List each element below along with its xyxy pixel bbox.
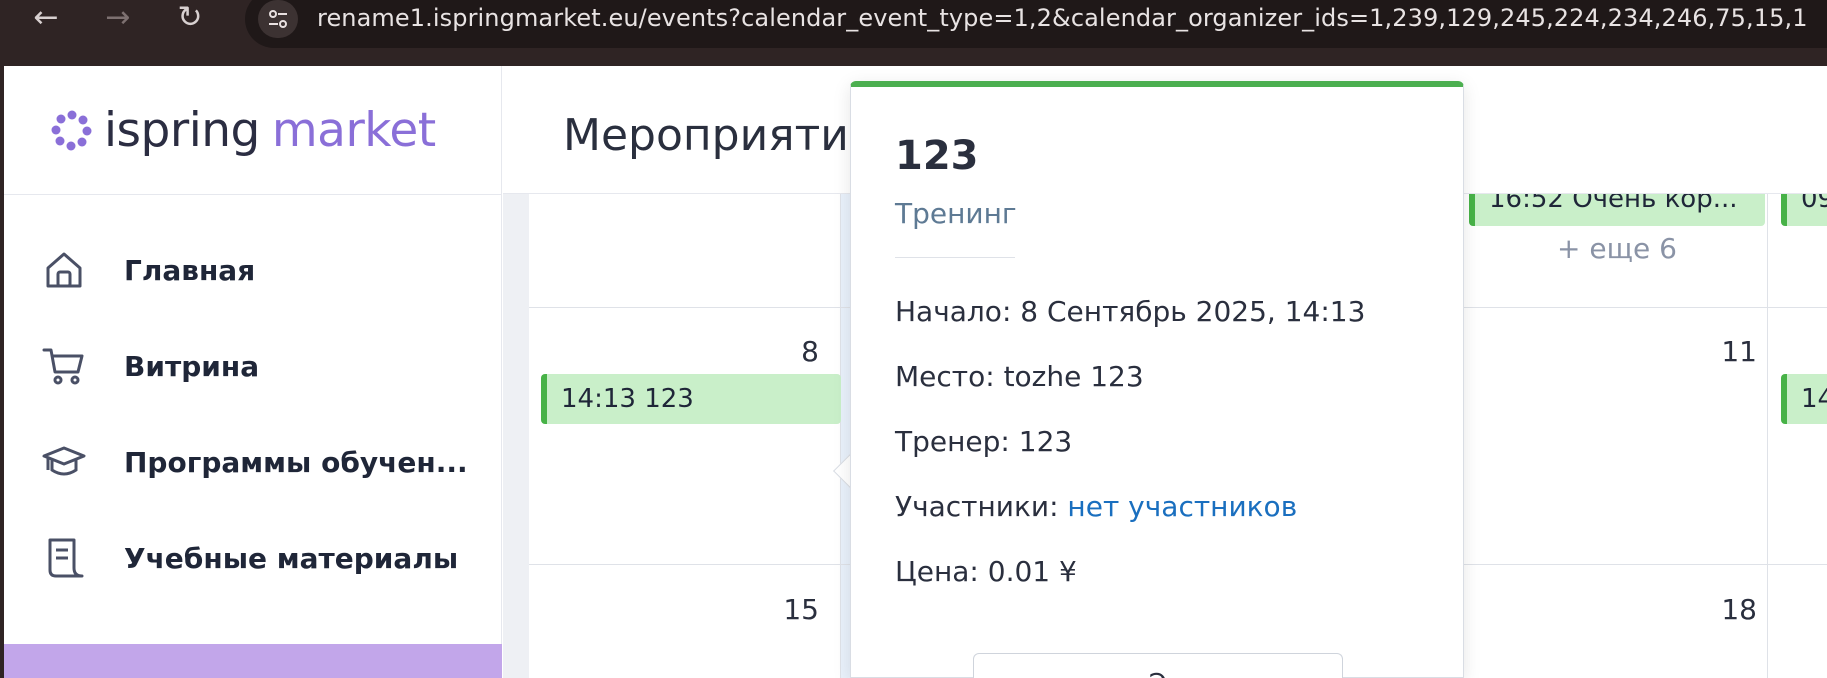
sidebar: ispring market Главная Витрина Программы… bbox=[4, 66, 502, 678]
day-number: 11 bbox=[1721, 335, 1757, 368]
place-value: tozhe 123 bbox=[1003, 360, 1144, 393]
sidebar-item-programs[interactable]: Программы обучен... bbox=[4, 414, 502, 510]
site-info-icon[interactable] bbox=[258, 0, 298, 38]
participants-link[interactable]: нет участников bbox=[1067, 490, 1297, 523]
sidebar-item-active[interactable] bbox=[4, 644, 502, 678]
day-divider bbox=[840, 194, 841, 678]
reload-icon[interactable]: ↻ bbox=[168, 0, 212, 38]
sidebar-item-label: Главная bbox=[124, 253, 256, 287]
home-icon bbox=[46, 252, 82, 288]
document-icon bbox=[48, 538, 84, 578]
sidebar-item-showcase[interactable]: Витрина bbox=[4, 318, 502, 414]
event-title: 123 bbox=[895, 133, 979, 179]
place-label: Место: bbox=[895, 360, 995, 393]
calendar-event[interactable]: 14:13 123 bbox=[541, 374, 841, 424]
forward-arrow-icon[interactable]: → bbox=[96, 0, 140, 38]
popover-action-button[interactable]: Э bbox=[973, 653, 1343, 678]
sidebar-item-label: Витрина bbox=[124, 349, 260, 383]
logo-mark-icon bbox=[51, 110, 92, 151]
day-divider bbox=[1767, 194, 1768, 678]
sidebar-item-home[interactable]: Главная bbox=[4, 222, 502, 318]
trainer-label: Тренер: bbox=[895, 425, 1010, 458]
event-place-row: Место: tozhe 123 bbox=[895, 360, 1144, 393]
url-text[interactable]: rename1.ispringmarket.eu/events?calendar… bbox=[317, 4, 1808, 32]
more-events-link[interactable]: + еще 6 bbox=[1557, 232, 1677, 265]
page-title: Мероприятия bbox=[563, 110, 876, 161]
sidebar-item-materials[interactable]: Учебные материалы bbox=[4, 510, 502, 606]
calendar-event[interactable]: 14 bbox=[1781, 374, 1827, 424]
trainer-value: 123 bbox=[1018, 425, 1073, 458]
sidebar-item-label: Учебные материалы bbox=[124, 541, 459, 575]
day-number: 15 bbox=[783, 593, 819, 626]
event-participants-row: Участники: нет участников bbox=[895, 490, 1297, 523]
back-arrow-icon[interactable]: ← bbox=[24, 0, 68, 38]
price-value: 0.01 ¥ bbox=[987, 555, 1077, 588]
browser-toolbar: ← → ↻ rename1.ispringmarket.eu/events?ca… bbox=[0, 0, 1827, 66]
logo-word-ispring: ispring bbox=[104, 102, 260, 158]
start-label: Начало: bbox=[895, 295, 1012, 328]
calendar-event[interactable]: 16:52 Очень кор... bbox=[1469, 194, 1765, 226]
logo-word-market: market bbox=[271, 102, 436, 158]
tune-icon bbox=[269, 10, 287, 28]
event-type: Тренинг bbox=[895, 197, 1017, 230]
logo[interactable]: ispring market bbox=[50, 100, 436, 160]
event-trainer-row: Тренер: 123 bbox=[895, 425, 1072, 458]
event-start-row: Начало: 8 Сентябрь 2025, 14:13 bbox=[895, 295, 1365, 328]
calendar-event[interactable]: 09 bbox=[1781, 194, 1827, 226]
day-number: 8 bbox=[801, 335, 819, 368]
day-number: 18 bbox=[1721, 593, 1757, 626]
price-label: Цена: bbox=[895, 555, 979, 588]
sidebar-divider bbox=[4, 194, 502, 195]
participants-label: Участники: bbox=[895, 490, 1059, 523]
start-value: 8 Сентябрь 2025, 14:13 bbox=[1020, 295, 1366, 328]
popover-divider bbox=[895, 257, 1015, 258]
event-price-row: Цена: 0.01 ¥ bbox=[895, 555, 1077, 588]
event-popover: 123 Тренинг Начало: 8 Сентябрь 2025, 14:… bbox=[850, 81, 1464, 678]
cart-icon bbox=[42, 348, 84, 385]
graduation-cap-icon bbox=[42, 446, 86, 476]
sidebar-item-label: Программы обучен... bbox=[124, 445, 468, 479]
